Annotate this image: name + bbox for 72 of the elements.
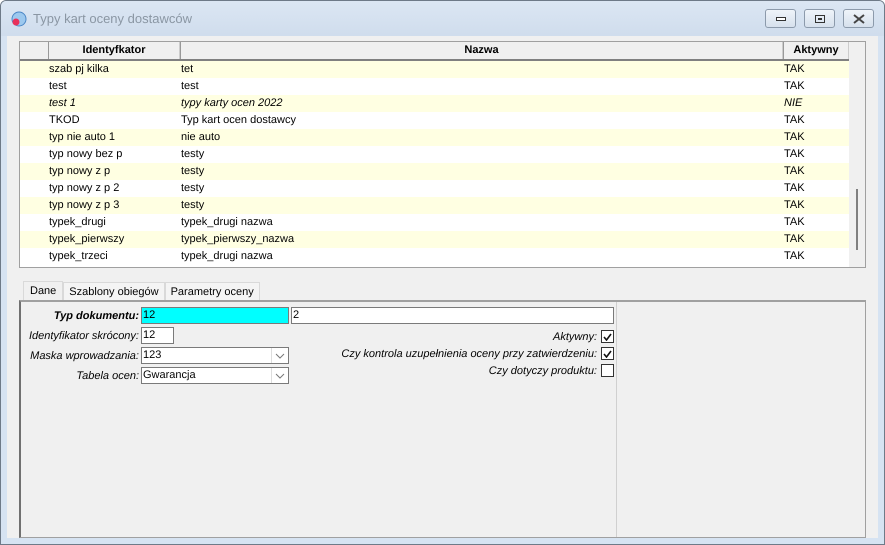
column-header[interactable]: Nazwa [180, 42, 783, 59]
window-title: Typy kart oceny dostawców [33, 11, 193, 26]
field-label: Identyfikator skrócony: [28, 330, 140, 342]
scrollbar[interactable] [849, 42, 865, 267]
table-cell-text: TAK [783, 198, 806, 213]
table-cell-text: typek_drugi nazwa [180, 215, 274, 230]
table-cell-text: tet [180, 62, 194, 77]
table-cell-text: typek_drugi nazwa [180, 249, 274, 264]
input-field[interactable]: 12 [141, 307, 289, 324]
minimize-icon [776, 16, 786, 22]
checkbox-label: Czy kontrola uzupełnienia oceny przy zatwierdzeniu: [341, 348, 597, 360]
table-cell-text: TKOD [48, 113, 81, 128]
checkbox[interactable] [601, 330, 614, 343]
table-cell-text: testy [180, 147, 206, 162]
table-cell-text: nie auto [180, 130, 222, 145]
checkbox[interactable] [601, 364, 614, 377]
input-field[interactable]: 2 [291, 307, 614, 324]
table-cell-text: typek_drugi [48, 215, 107, 230]
table-cell-text: typek_pierwszy [48, 232, 126, 247]
table-cell-text: testy [180, 198, 206, 213]
checkbox-label: Czy dotyczy produktu: [488, 364, 597, 376]
close-button[interactable] [843, 9, 874, 28]
field-label: Typ dokumentu: [52, 310, 140, 322]
table-cell-text: TAK [783, 215, 806, 230]
table-cell-text: testy [180, 181, 206, 196]
tab[interactable]: Szablony obiegów [63, 282, 165, 300]
table-cell-text: typ nowy z p [48, 164, 112, 179]
input-field[interactable]: 12 [141, 327, 174, 344]
maximize-button[interactable] [804, 9, 835, 28]
checkbox-label: Aktywny: [552, 330, 597, 342]
minimize-button[interactable] [765, 9, 796, 28]
tab[interactable]: Parametry oceny [164, 282, 260, 300]
table-cell-text: TAK [783, 232, 806, 247]
dropdown-field[interactable]: 123 [141, 347, 289, 364]
table-cell-text: TAK [783, 79, 806, 94]
close-icon [852, 14, 864, 24]
table-cell-text: test [48, 79, 68, 94]
field-label: Tabela ocen: [75, 370, 140, 382]
table-cell-text: TAK [783, 62, 806, 77]
column-header[interactable]: Identyfkator [48, 42, 180, 59]
tab[interactable]: Dane [23, 281, 64, 300]
table-cell-text: TAK [783, 164, 806, 179]
table-cell-text: typ nowy z p 2 [48, 181, 120, 196]
table-cell-text: TAK [783, 113, 806, 128]
maximize-icon [814, 14, 824, 22]
table-cell-text: typy karty ocen 2022 [180, 96, 284, 111]
table-cell-text: Typ kart ocen dostawcy [180, 113, 297, 128]
checkbox[interactable] [601, 347, 614, 360]
scroll-thumb[interactable] [856, 189, 858, 250]
table-cell-text: TAK [783, 181, 806, 196]
table-cell-text: testy [180, 164, 206, 179]
table-cell-text: typ nie auto 1 [48, 130, 116, 145]
table-row[interactable]: szab pj kilka tet TAK [20, 61, 849, 78]
table-cell-text: TAK [783, 249, 806, 264]
table-row[interactable]: typ nie auto 1 nie auto TAK [20, 129, 849, 146]
table-cell-text: typ nowy bez p [48, 147, 124, 162]
table-row[interactable]: typek_pierwszy typek_pierwszy_nazwa TAK [20, 231, 849, 248]
table-cell-text: TAK [783, 147, 806, 162]
table-cell-text: typek_trzeci [48, 249, 109, 264]
table-cell-text: TAK [783, 130, 806, 145]
table-cell-text: typek_pierwszy_nazwa [180, 232, 296, 247]
table-cell-text: NIE [783, 96, 804, 111]
table-cell-text: test [180, 79, 200, 94]
table-cell-text: test 1 [48, 96, 77, 111]
app-globe-icon [11, 10, 27, 26]
table-cell-text: szab pj kilka [48, 62, 110, 77]
dropdown-field[interactable]: Gwarancja [141, 367, 289, 384]
column-header[interactable]: Aktywny [783, 42, 849, 59]
field-label: Maska wprowadzania: [29, 350, 140, 362]
table-cell-text: typ nowy z p 3 [48, 198, 120, 213]
table-row[interactable]: typ nowy z p 3 testy TAK [20, 197, 849, 214]
table-row[interactable]: typ nowy z p testy TAK [20, 163, 849, 180]
